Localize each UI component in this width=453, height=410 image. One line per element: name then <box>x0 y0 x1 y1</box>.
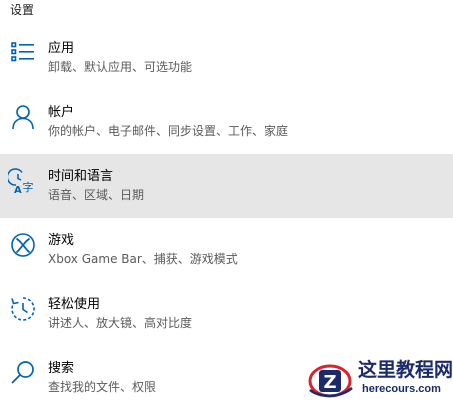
category-description: 查找我的文件、权限 <box>48 380 157 394</box>
category-description: Xbox Game Bar、捕获、游戏模式 <box>48 252 238 266</box>
category-title: 游戏 <box>48 233 75 248</box>
watermark-logo-icon: Z <box>306 358 356 402</box>
time-language-icon: A 字 <box>8 166 38 196</box>
svg-text:A: A <box>14 185 22 196</box>
category-description: 你的帐户、电子邮件、同步设置、工作、家庭 <box>48 124 289 138</box>
category-description: 语音、区域、日期 <box>48 188 145 202</box>
category-ease-of-access[interactable]: 轻松使用 讲述人、放大镜、高对比度 <box>0 282 453 346</box>
category-gaming[interactable]: 游戏 Xbox Game Bar、捕获、游戏模式 <box>0 218 453 282</box>
xbox-icon <box>8 230 38 260</box>
apps-list-icon <box>8 38 38 68</box>
category-apps[interactable]: 应用 卸载、默认应用、可选功能 <box>0 26 453 90</box>
watermark-subtext: herecours.com <box>362 383 441 395</box>
window-title: 设置 <box>10 3 35 17</box>
category-description: 卸载、默认应用、可选功能 <box>48 60 193 74</box>
category-title: 帐户 <box>48 105 75 120</box>
person-icon <box>8 102 38 132</box>
watermark-text: 这里教程网 <box>358 359 453 381</box>
category-accounts[interactable]: 帐户 你的帐户、电子邮件、同步设置、工作、家庭 <box>0 90 453 154</box>
watermark-logo-letter: Z <box>323 372 336 393</box>
category-title: 应用 <box>48 41 75 56</box>
category-title: 时间和语言 <box>48 169 114 184</box>
ease-of-access-icon <box>8 294 38 324</box>
category-description: 讲述人、放大镜、高对比度 <box>48 316 193 330</box>
search-icon <box>8 358 38 388</box>
svg-text:字: 字 <box>23 180 34 194</box>
category-title: 搜索 <box>48 361 75 376</box>
watermark: Z 这里教程网 herecours.com <box>306 358 453 402</box>
category-time-language[interactable]: A 字 时间和语言 语音、区域、日期 <box>0 154 453 218</box>
category-title: 轻松使用 <box>48 297 101 312</box>
